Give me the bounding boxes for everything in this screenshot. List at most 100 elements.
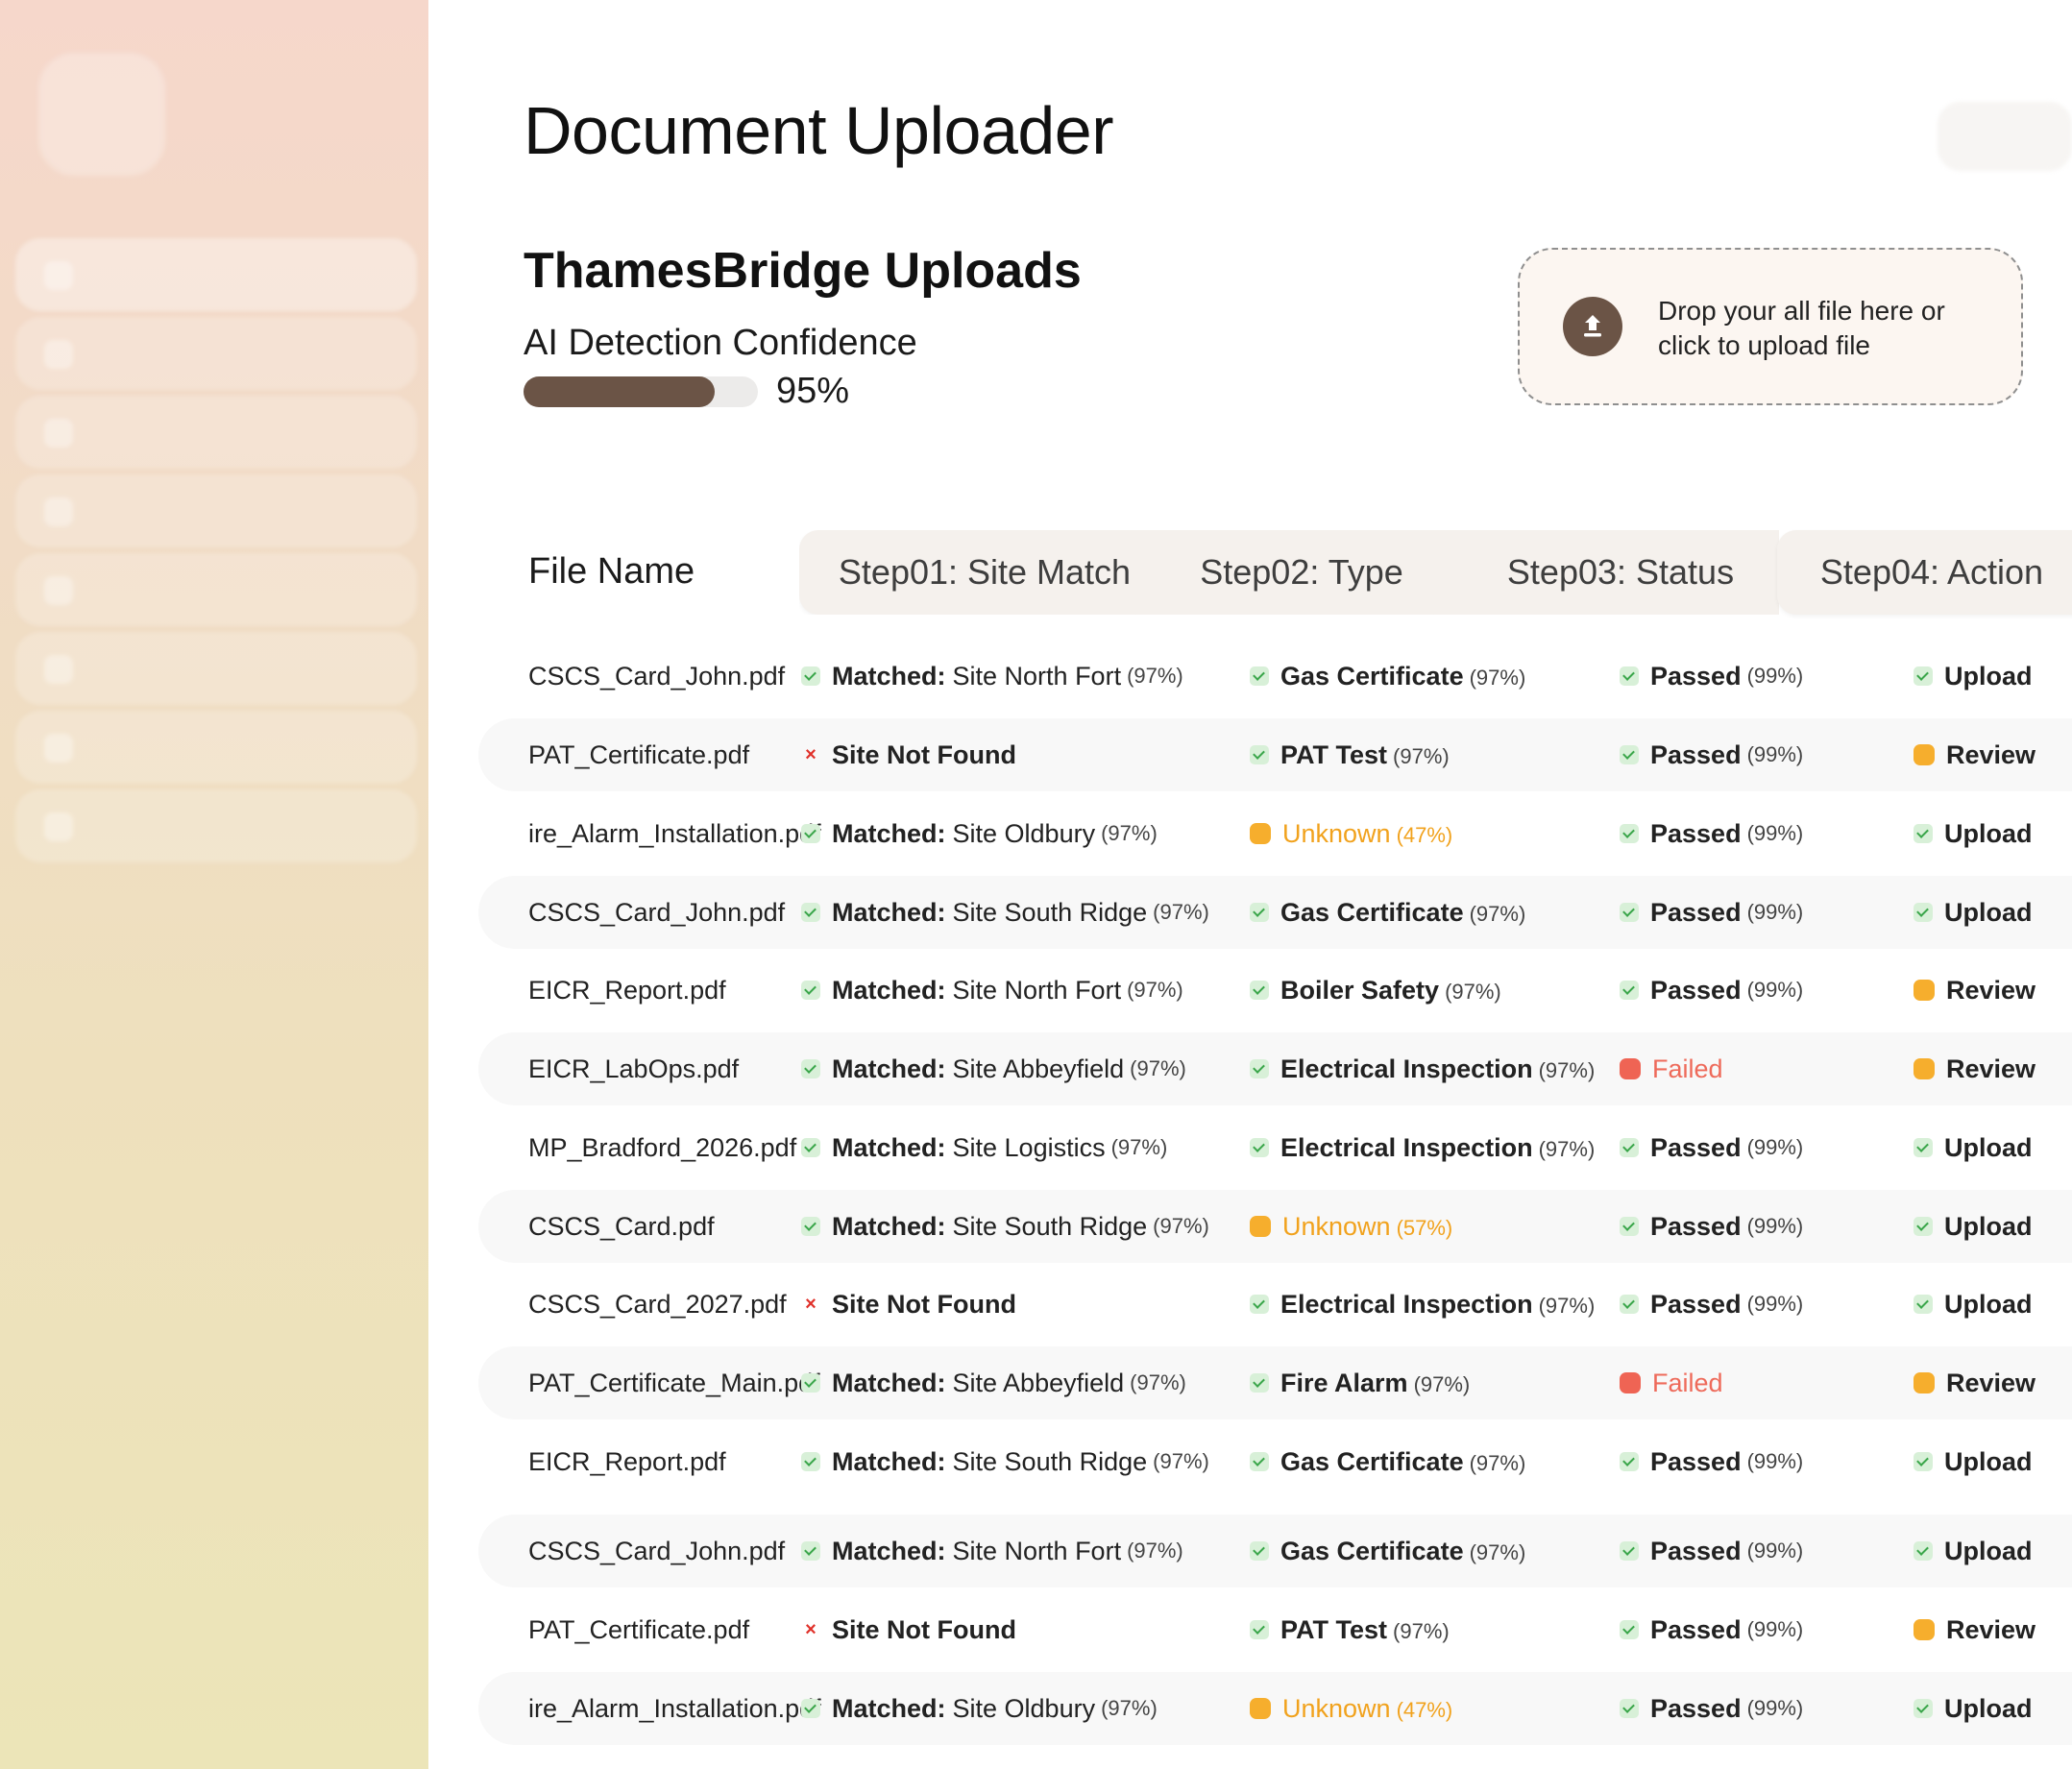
sidebar-item-icon bbox=[44, 497, 73, 526]
check-icon bbox=[801, 1059, 820, 1078]
sidebar-item-icon bbox=[44, 655, 73, 684]
warning-icon bbox=[1250, 1216, 1271, 1237]
action-cell[interactable]: Review bbox=[1914, 1346, 2035, 1419]
table-row[interactable]: ire_Alarm_Installation.pdf Matched: Site O… bbox=[478, 797, 2072, 870]
action-cell[interactable]: Upload bbox=[1914, 876, 2033, 949]
action-label[interactable]: Upload bbox=[1944, 662, 2033, 691]
action-label[interactable]: Upload bbox=[1944, 1290, 2033, 1320]
table-row[interactable]: CSCS_Card_John.pdf Matched: Site North For… bbox=[478, 1515, 2072, 1587]
check-icon bbox=[1620, 1541, 1639, 1561]
table-row[interactable]: CSCS_Card_John.pdf Matched: Site North For… bbox=[478, 640, 2072, 713]
step-action[interactable]: Step04: Action bbox=[1777, 530, 2072, 615]
action-cell[interactable]: Review bbox=[1914, 1593, 2035, 1666]
warning-icon bbox=[1914, 1372, 1935, 1393]
site-match-prefix: Matched: bbox=[832, 1536, 946, 1565]
action-cell[interactable]: Upload bbox=[1914, 1111, 2033, 1184]
type-confidence: (97%) bbox=[1413, 1371, 1471, 1396]
document-type: Gas Certificate bbox=[1280, 661, 1464, 691]
file-name: ire_Alarm_Installation.pdf bbox=[528, 1693, 821, 1723]
file-name: EICR_LabOps.pdf bbox=[528, 1054, 740, 1083]
check-icon bbox=[801, 1138, 820, 1157]
status-label: Passed bbox=[1650, 897, 1742, 927]
table-row[interactable]: CSCS_Card_John.pdf Matched: Site South Rid… bbox=[478, 876, 2072, 949]
action-label[interactable]: Review bbox=[1946, 1054, 2035, 1084]
check-icon bbox=[801, 981, 820, 1000]
action-label[interactable]: Review bbox=[1946, 976, 2035, 1006]
site-match-cell: Matched: Site South Ridge (97%) bbox=[801, 1425, 1209, 1498]
type-cell: PAT Test (97%) bbox=[1250, 718, 1450, 791]
upload-icon[interactable] bbox=[1563, 297, 1622, 356]
table-row[interactable]: EICR_LabOps.pdf Matched: Site Abbeyfield (9… bbox=[478, 1032, 2072, 1105]
table-row[interactable]: PAT_Certificate.pdf × Site Not Found PAT Te… bbox=[478, 1593, 2072, 1666]
site-match-prefix: Matched: bbox=[832, 975, 946, 1005]
check-icon bbox=[1914, 1699, 1933, 1718]
step-type[interactable]: Step02: Type bbox=[1135, 530, 1468, 615]
header-action[interactable] bbox=[1938, 102, 2072, 171]
check-icon bbox=[1914, 1452, 1933, 1471]
table-row[interactable]: ire_Alarm_Installation.pdf Matched: Site O… bbox=[478, 1672, 2072, 1745]
table-row[interactable]: EICR_Report.pdf Matched: Site North Fort (9… bbox=[478, 954, 2072, 1027]
action-label[interactable]: Upload bbox=[1944, 819, 2033, 849]
check-icon bbox=[801, 666, 820, 686]
table-row[interactable]: MP_Bradford_2026.pdf Matched: Site Logisti… bbox=[478, 1111, 2072, 1184]
action-cell[interactable]: Upload bbox=[1914, 1268, 2033, 1341]
sidebar-item[interactable] bbox=[15, 474, 417, 547]
site-match-cell: Matched: Site Oldbury (97%) bbox=[801, 1672, 1158, 1745]
action-label[interactable]: Review bbox=[1946, 740, 2035, 770]
action-cell[interactable]: Upload bbox=[1914, 797, 2033, 870]
site-name: Site Abbeyfield bbox=[952, 1054, 1125, 1083]
sidebar-item[interactable] bbox=[15, 317, 417, 390]
action-cell[interactable]: Upload bbox=[1914, 1672, 2033, 1745]
status-confidence: (99%) bbox=[1746, 1292, 1804, 1316]
action-cell[interactable]: Review bbox=[1914, 1032, 2035, 1105]
action-cell[interactable]: Upload bbox=[1914, 1515, 2033, 1587]
warning-icon bbox=[1250, 823, 1271, 844]
status-cell: Passed (99%) bbox=[1620, 876, 1803, 949]
action-cell[interactable]: Upload bbox=[1914, 1190, 2033, 1263]
action-label[interactable]: Upload bbox=[1944, 1694, 2033, 1724]
sidebar-item[interactable] bbox=[15, 632, 417, 705]
check-icon bbox=[1914, 824, 1933, 843]
sidebar-item[interactable] bbox=[15, 789, 417, 862]
check-icon bbox=[1620, 1295, 1639, 1314]
action-label[interactable]: Upload bbox=[1944, 1537, 2033, 1566]
action-label[interactable]: Review bbox=[1946, 1369, 2035, 1398]
status-label: Passed bbox=[1650, 1693, 1742, 1723]
action-cell[interactable]: Upload bbox=[1914, 640, 2033, 713]
action-label[interactable]: Upload bbox=[1944, 1212, 2033, 1242]
step-site-match[interactable]: Step01: Site Match bbox=[799, 530, 1170, 615]
table-row[interactable]: PAT_Certificate_Main.pdf Matched: Site Abb… bbox=[478, 1346, 2072, 1419]
action-label[interactable]: Upload bbox=[1944, 1133, 2033, 1163]
check-icon bbox=[1250, 981, 1269, 1000]
site-name: Site North Fort bbox=[952, 661, 1122, 691]
check-icon bbox=[1250, 745, 1269, 764]
sidebar-item[interactable] bbox=[15, 553, 417, 626]
action-cell[interactable]: Upload bbox=[1914, 1425, 2033, 1498]
confidence-progress-bar bbox=[524, 376, 758, 407]
action-cell[interactable]: Review bbox=[1914, 718, 2035, 791]
table-row[interactable]: PAT_Certificate.pdf × Site Not Found PAT Te… bbox=[478, 718, 2072, 791]
file-name: CSCS_Card_John.pdf bbox=[528, 897, 786, 927]
table-row[interactable]: EICR_Report.pdf Matched: Site South Ridge(… bbox=[478, 1425, 2072, 1498]
site-match-prefix: Matched: bbox=[832, 1693, 946, 1723]
sidebar-item[interactable] bbox=[15, 238, 417, 311]
action-cell[interactable]: Review bbox=[1914, 954, 2035, 1027]
check-icon bbox=[1620, 745, 1639, 764]
check-icon bbox=[1250, 903, 1269, 922]
confidence-label: AI Detection Confidence bbox=[524, 323, 917, 363]
sidebar-item[interactable] bbox=[15, 711, 417, 784]
site-match-prefix: Matched: bbox=[832, 1446, 946, 1476]
action-label[interactable]: Review bbox=[1946, 1615, 2035, 1645]
sidebar-item[interactable] bbox=[15, 396, 417, 469]
table-row[interactable]: CSCS_Card.pdf Matched: Site South Ridge (97… bbox=[478, 1190, 2072, 1263]
status-cell: Passed (99%) bbox=[1620, 1190, 1803, 1263]
site-match-prefix: Matched: bbox=[832, 1211, 946, 1241]
action-label[interactable]: Upload bbox=[1944, 898, 2033, 928]
page-title: Document Uploader bbox=[524, 93, 1114, 168]
file-name: PAT_Certificate.pdf bbox=[528, 1614, 750, 1644]
table-row[interactable]: CSCS_Card_2027.pdf × Site Not Found Electri… bbox=[478, 1268, 2072, 1341]
site-name: Site North Fort bbox=[952, 975, 1122, 1005]
upload-dropzone[interactable]: Drop your all file here or click to uplo… bbox=[1518, 248, 2023, 405]
action-label[interactable]: Upload bbox=[1944, 1447, 2033, 1477]
step-status[interactable]: Step03: Status bbox=[1433, 530, 1779, 615]
